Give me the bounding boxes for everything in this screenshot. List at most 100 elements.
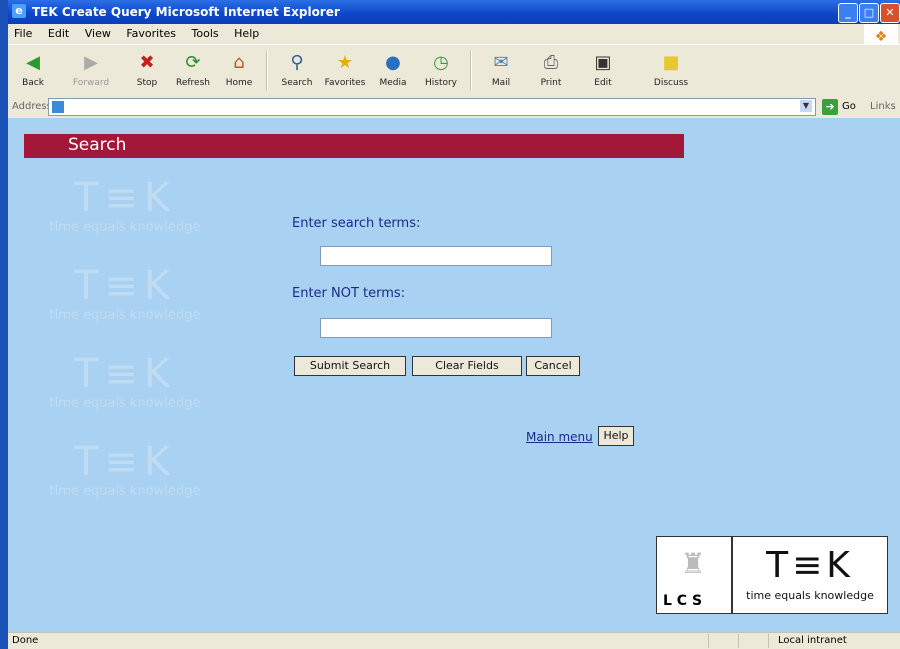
history-button[interactable]: ◷ History (418, 49, 464, 93)
menu-bar: File Edit View Favorites Tools Help ❖ (8, 24, 900, 47)
print-button[interactable]: ⎙ Print (528, 49, 574, 93)
search-terms-label: Enter search terms: (292, 216, 421, 231)
history-icon: ◷ (433, 52, 449, 73)
print-label: Print (540, 78, 562, 88)
forward-arrow-icon: ▶ (84, 52, 98, 73)
forward-label: Forward (72, 78, 110, 88)
menu-view[interactable]: View (79, 24, 117, 40)
window-title: TEK Create Query Microsoft Internet Expl… (32, 5, 340, 19)
watermark-logo: T≡K (73, 263, 177, 309)
watermark-tagline: time equals knowledge (49, 396, 201, 411)
browser-window: e TEK Create Query Microsoft Internet Ex… (8, 0, 900, 649)
printer-icon: ⎙ (543, 52, 559, 73)
forward-button[interactable]: ▶ Forward (68, 49, 114, 93)
watermark-logo: T≡K (73, 439, 177, 485)
edit-label: Edit (594, 78, 612, 88)
clear-fields-button[interactable]: Clear Fields (412, 356, 522, 376)
refresh-icon: ⟳ (185, 52, 201, 73)
minimize-button[interactable]: _ (838, 3, 858, 23)
menu-edit[interactable]: Edit (42, 24, 75, 40)
address-label: Address (12, 101, 52, 112)
edit-button[interactable]: ▣ Edit (580, 49, 626, 93)
stop-icon: ✖ (139, 52, 155, 73)
favorites-star-icon: ★ (336, 52, 354, 73)
watermark-logo: T≡K (73, 175, 177, 221)
media-icon: ● (385, 52, 401, 73)
title-bar[interactable]: e TEK Create Query Microsoft Internet Ex… (8, 0, 900, 24)
menu-file[interactable]: File (8, 24, 38, 40)
back-arrow-icon: ◀ (26, 52, 40, 73)
menu-favorites[interactable]: Favorites (120, 24, 182, 40)
chevron-down-icon[interactable]: ▼ (800, 100, 812, 112)
search-icon: ⚲ (290, 52, 304, 73)
history-label: History (424, 78, 458, 88)
lcs-letters: L C S (663, 593, 703, 609)
search-terms-input[interactable] (320, 246, 552, 266)
tek-watermark: T≡K time equals knowledge (30, 264, 220, 334)
stop-button[interactable]: ✖ Stop (124, 49, 170, 93)
not-terms-label: Enter NOT terms: (292, 286, 406, 301)
tek-watermark: T≡K time equals knowledge (30, 352, 220, 422)
watermark-tagline: time equals knowledge (49, 484, 201, 499)
maximize-button[interactable]: □ (859, 3, 879, 23)
search-button[interactable]: ⚲ Search (274, 49, 320, 93)
not-terms-input[interactable] (320, 318, 552, 338)
go-arrow-icon[interactable]: ➔ (822, 99, 838, 115)
mail-icon: ✉ (493, 52, 509, 73)
status-divider (738, 634, 739, 648)
refresh-label: Refresh (176, 78, 210, 88)
page-icon (52, 101, 64, 113)
lcs-figure-icon: ♜ (680, 547, 706, 580)
menu-help[interactable]: Help (228, 24, 265, 40)
tek-logo: T≡K time equals knowledge (732, 536, 888, 614)
submit-search-button[interactable]: Submit Search (294, 356, 406, 376)
discuss-icon: ■ (662, 52, 680, 73)
media-button[interactable]: ● Media (370, 49, 416, 93)
search-banner: Search (24, 134, 684, 158)
toolbar: ◀ Back ▶ Forward ✖ Stop ⟳ Refresh ⌂ Home… (8, 44, 900, 98)
edit-icon: ▣ (594, 52, 612, 73)
refresh-button[interactable]: ⟳ Refresh (170, 49, 216, 93)
home-label: Home (225, 78, 253, 88)
stop-label: Stop (136, 78, 158, 88)
watermark-logo: T≡K (73, 351, 177, 397)
home-button[interactable]: ⌂ Home (216, 49, 262, 93)
zone-indicator: Local intranet (778, 635, 847, 646)
ie-app-icon: e (12, 4, 26, 18)
page-content: Search T≡K time equals knowledge T≡K tim… (8, 118, 900, 632)
back-label: Back (22, 78, 44, 88)
cancel-button[interactable]: Cancel (526, 356, 580, 376)
tek-watermark: T≡K time equals knowledge (30, 176, 220, 246)
help-button[interactable]: Help (598, 426, 634, 446)
close-button[interactable]: ✕ (880, 3, 900, 23)
address-bar: Address ▼ ➔ Go Links (8, 96, 900, 118)
discuss-button[interactable]: ■ Discuss (648, 49, 694, 93)
media-label: Media (379, 78, 407, 88)
go-button[interactable]: Go (842, 101, 856, 112)
page-title: Search (68, 135, 127, 155)
discuss-label: Discuss (653, 78, 689, 88)
tek-logo-mark: T≡K (766, 545, 854, 586)
home-icon: ⌂ (233, 52, 245, 73)
status-divider (708, 634, 709, 648)
links-button[interactable]: Links (870, 101, 896, 112)
toolbar-separator (470, 51, 472, 91)
favorites-button[interactable]: ★ Favorites (322, 49, 368, 93)
search-label: Search (281, 78, 313, 88)
mail-label: Mail (491, 78, 511, 88)
main-menu-link[interactable]: Main menu (526, 430, 593, 444)
status-text: Done (12, 635, 39, 646)
watermark-tagline: time equals knowledge (49, 220, 201, 235)
tek-watermark: T≡K time equals knowledge (30, 440, 220, 510)
favorites-label: Favorites (324, 78, 366, 88)
mail-button[interactable]: ✉ Mail (478, 49, 524, 93)
menu-tools[interactable]: Tools (186, 24, 225, 40)
toolbar-separator (266, 51, 268, 91)
watermark-tagline: time equals knowledge (49, 308, 201, 323)
status-bar: Done Local intranet (8, 632, 900, 649)
lcs-logo: ♜ L C S (656, 536, 732, 614)
tek-logo-tagline: time equals knowledge (746, 589, 874, 602)
back-button[interactable]: ◀ Back (10, 49, 56, 93)
address-input[interactable]: ▼ (48, 98, 816, 116)
status-divider (768, 634, 769, 648)
